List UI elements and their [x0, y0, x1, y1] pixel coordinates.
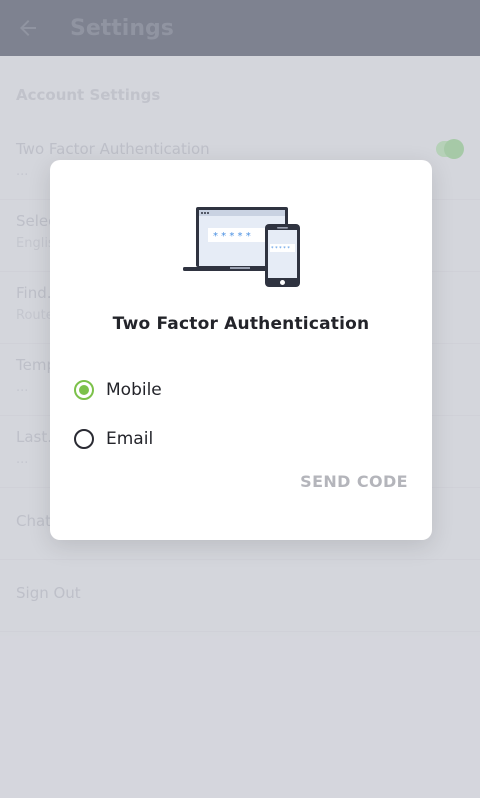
send-code-button[interactable]: SEND CODE [300, 472, 408, 491]
dialog-title: Two Factor Authentication [112, 314, 370, 334]
radio-email[interactable] [74, 429, 94, 449]
laptop-phone-password-icon: * * * * * * * * * * [183, 207, 300, 287]
svg-text:* * * * *: * * * * * [271, 246, 290, 252]
option-mobile[interactable]: Mobile [74, 374, 374, 406]
option-email[interactable]: Email [74, 423, 374, 455]
radio-mobile[interactable] [74, 380, 94, 400]
option-mobile-label: Mobile [106, 380, 162, 400]
two-factor-dialog: * * * * * * * * * * Two Factor Authentic… [50, 160, 432, 540]
svg-text:* * * * *: * * * * * [213, 231, 251, 242]
option-email-label: Email [106, 429, 154, 449]
